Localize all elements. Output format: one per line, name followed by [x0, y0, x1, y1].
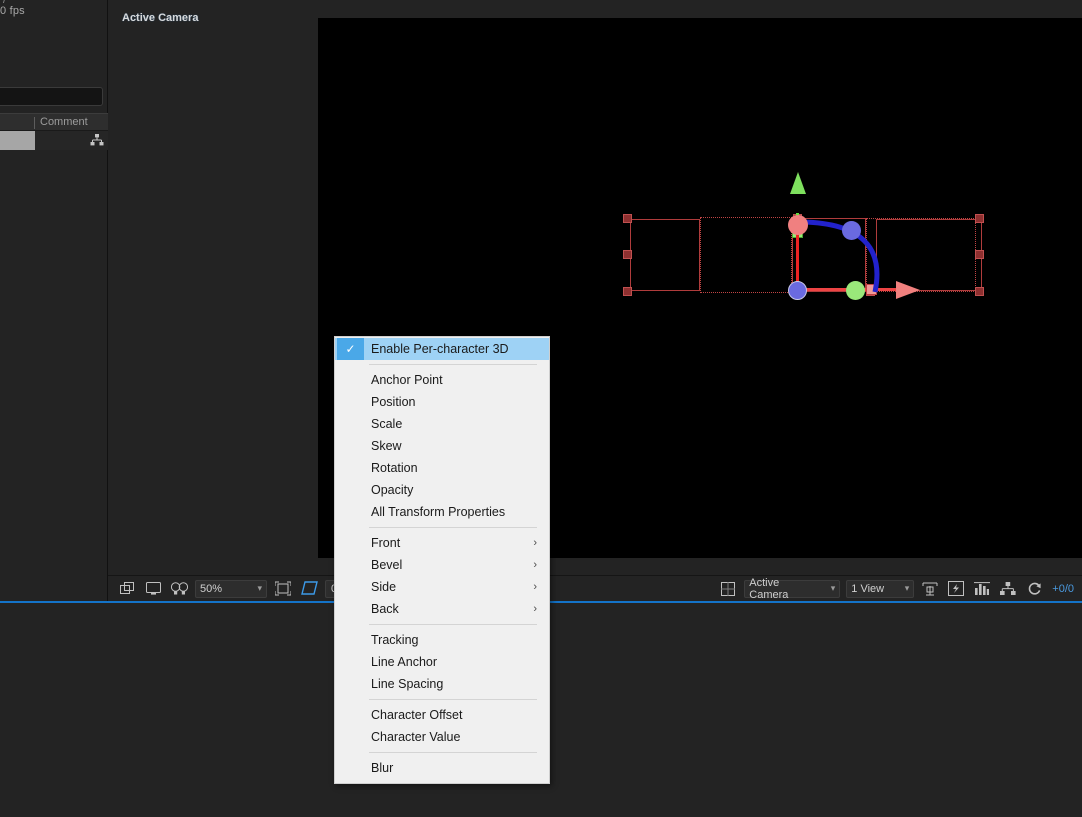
- viewer-toolbar: 50% ▾ 0:00:00 Active Camera ▾ 1 View ▾: [108, 575, 1082, 601]
- menu-item-label: Opacity: [371, 483, 414, 497]
- menu-item-label: Front: [371, 536, 401, 550]
- menu-item-label: Bevel: [371, 558, 403, 572]
- selection-box-1: [630, 219, 700, 291]
- menu-item-label: Back: [371, 602, 399, 616]
- composition-viewer-panel: Active Camera: [108, 0, 1082, 602]
- chevron-right-icon: ›: [533, 581, 537, 593]
- menu-item-all-transform-properties[interactable]: All Transform Properties: [335, 501, 549, 523]
- menu-item-label: All Transform Properties: [371, 505, 506, 519]
- column-divider: [34, 117, 35, 129]
- menu-separator: [369, 624, 537, 625]
- menu-item-label: Position: [371, 395, 416, 409]
- selection-handle-br[interactable]: [975, 287, 984, 296]
- zoom-level-value: 50%: [200, 582, 223, 595]
- menu-item-label: Tracking: [371, 633, 419, 647]
- region-of-interest-icon[interactable]: [272, 580, 294, 598]
- menu-item-label: Line Anchor: [371, 655, 438, 669]
- project-column-header: Comment: [0, 113, 108, 131]
- selection-handle-tr[interactable]: [975, 214, 984, 223]
- menu-item-label: Scale: [371, 417, 403, 431]
- reset-exposure-icon[interactable]: [1023, 580, 1045, 598]
- menu-item-skew[interactable]: Skew: [335, 435, 549, 457]
- chevron-down-icon: ▾: [904, 583, 910, 593]
- comp-flowchart-icon[interactable]: [997, 580, 1019, 598]
- project-panel: / 0 fps Comment: [0, 0, 108, 602]
- menu-item-line-spacing[interactable]: Line Spacing: [335, 673, 549, 695]
- menu-item-opacity[interactable]: Opacity: [335, 479, 549, 501]
- menu-item-character-offset[interactable]: Character Offset: [335, 704, 549, 726]
- menu-item-label: Side: [371, 580, 397, 594]
- menu-item-front[interactable]: Front ›: [335, 532, 549, 554]
- menu-item-label: Anchor Point: [371, 373, 443, 387]
- menu-item-anchor-point[interactable]: Anchor Point: [335, 369, 549, 391]
- menu-item-tracking[interactable]: Tracking: [335, 629, 549, 651]
- rotate-y-handle-dot[interactable]: [846, 281, 865, 300]
- camera-view-value: Active Camera: [749, 576, 789, 601]
- selection-handle-bl[interactable]: [623, 287, 632, 296]
- menu-item-blur[interactable]: Blur: [335, 757, 549, 779]
- menu-item-line-anchor[interactable]: Line Anchor: [335, 651, 549, 673]
- menu-item-enable-per-character-3d[interactable]: ✓ Enable Per-character 3D: [335, 338, 549, 360]
- camera-view-select[interactable]: Active Camera ▾: [744, 576, 841, 601]
- zoom-level-select[interactable]: 50% ▾: [195, 579, 267, 598]
- menu-item-scale[interactable]: Scale: [335, 413, 549, 435]
- selection-handle-mr[interactable]: [975, 250, 984, 259]
- show-snapshot-icon[interactable]: [142, 580, 164, 598]
- menu-separator: [369, 527, 537, 528]
- menu-item-bevel[interactable]: Bevel ›: [335, 554, 549, 576]
- checkmark-icon: ✓: [337, 338, 364, 360]
- menu-item-side[interactable]: Side ›: [335, 576, 549, 598]
- menu-item-rotation[interactable]: Rotation: [335, 457, 549, 479]
- selection-handle-tl[interactable]: [623, 214, 632, 223]
- hierarchy-icon[interactable]: [90, 134, 104, 147]
- y-axis-arrow-icon[interactable]: [788, 172, 808, 202]
- menu-item-label: Character Value: [371, 730, 461, 744]
- chevron-down-icon: ▾: [830, 583, 836, 593]
- menu-separator: [369, 699, 537, 700]
- menu-item-position[interactable]: Position: [335, 391, 549, 413]
- fps-label: 0 fps: [0, 5, 25, 17]
- pixel-aspect-correction-icon[interactable]: [919, 580, 941, 598]
- grid-guides-icon[interactable]: [717, 580, 739, 598]
- fast-previews-icon[interactable]: [945, 580, 967, 598]
- show-channel-icon[interactable]: [168, 580, 190, 598]
- menu-item-label: Character Offset: [371, 708, 463, 722]
- menu-item-label: Line Spacing: [371, 677, 444, 691]
- menu-item-label: Rotation: [371, 461, 418, 475]
- menu-item-character-value[interactable]: Character Value: [335, 726, 549, 748]
- render-queue-count[interactable]: +0/0: [1052, 583, 1074, 595]
- chevron-right-icon: ›: [533, 537, 537, 549]
- view-layout-value: 1 View: [851, 582, 885, 595]
- chevron-right-icon: ›: [533, 603, 537, 615]
- comment-column-header: Comment: [40, 116, 88, 128]
- chevron-right-icon: ›: [533, 559, 537, 571]
- selection-handle-ml[interactable]: [623, 250, 632, 259]
- menu-item-label: Blur: [371, 761, 394, 775]
- menu-separator: [369, 364, 537, 365]
- menu-item-label: Enable Per-character 3D: [371, 342, 509, 356]
- animator-context-menu[interactable]: ✓ Enable Per-character 3D Anchor Point Posi…: [334, 336, 550, 784]
- timeline-graph-icon[interactable]: [971, 580, 993, 598]
- app-root: / 0 fps Comment Active Camera 50% ▾ Acti…: [0, 0, 1082, 817]
- menu-item-back[interactable]: Back ›: [335, 598, 549, 620]
- take-snapshot-icon[interactable]: [116, 580, 138, 598]
- rotate-x-handle-dot[interactable]: [788, 215, 808, 235]
- menu-separator: [369, 752, 537, 753]
- rotate-z-handle-dot[interactable]: [842, 221, 861, 240]
- chevron-down-icon: ▾: [257, 583, 262, 593]
- view-layout-select[interactable]: 1 View ▾: [846, 579, 915, 598]
- anchor-point-dot[interactable]: [788, 281, 807, 300]
- viewer-tab-label[interactable]: Active Camera: [122, 12, 198, 24]
- transparency-grid-icon[interactable]: [298, 580, 320, 598]
- menu-item-label: Skew: [371, 439, 402, 453]
- project-search-input[interactable]: [0, 87, 103, 106]
- selection-box-2: [700, 217, 792, 293]
- project-item-selection: [0, 131, 35, 150]
- project-list-item[interactable]: [0, 131, 108, 150]
